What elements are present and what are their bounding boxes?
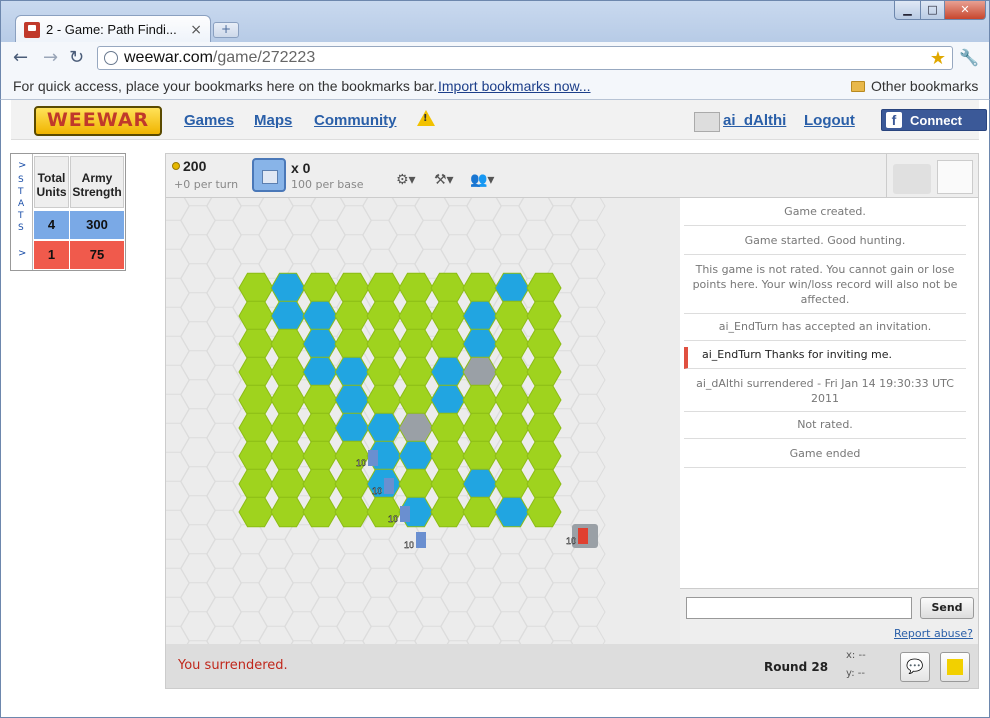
unit-health-label: 10 [388, 514, 398, 524]
globe-icon [104, 51, 118, 65]
back-icon[interactable]: ← [13, 48, 28, 68]
army-strength-header: Army Strength [70, 156, 124, 208]
blue-total-units: 4 [34, 211, 69, 239]
send-button[interactable]: Send [920, 597, 974, 619]
report-abuse-link[interactable]: Report abuse? [894, 627, 973, 640]
nav-maps-link[interactable]: Maps [254, 112, 292, 129]
round-counter: Round 28 [764, 660, 829, 674]
url-path: /game/272223 [212, 49, 316, 66]
red-army-strength: 75 [70, 241, 124, 269]
facebook-connect-button[interactable]: f Connect [881, 109, 987, 131]
game-panel: 200 +0 per turn x 0 100 per base ⚙▾ ⚒▾ 👥… [165, 153, 979, 689]
chat-message: Not rated. [684, 417, 966, 439]
warning-mark: ! [423, 113, 428, 124]
bookmarks-bar: For quick access, place your bookmarks h… [0, 74, 990, 100]
username-link[interactable]: ai_dAlthi [723, 112, 786, 129]
chat-toggle-button[interactable]: 💬 [900, 652, 930, 682]
chat-message: Game started. Good hunting. [684, 233, 966, 255]
chat-input-area: Send Report abuse? [680, 588, 978, 644]
chat-input[interactable] [686, 597, 912, 619]
unit-health-label: 10 [566, 536, 576, 546]
chat-message: Game created. [684, 204, 966, 226]
players-menu-icon[interactable]: 👥▾ [470, 172, 494, 188]
chat-log: Game created. Game started. Good hunting… [680, 198, 978, 588]
close-tab-icon[interactable]: × [190, 22, 202, 38]
chat-message-player: ai_EndTurn Thanks for inviting me. [684, 347, 966, 369]
title-bar: 2 - Game: Path Findi... × + ▁ □ ✕ [0, 0, 990, 43]
blue-army-strength: 300 [70, 211, 124, 239]
hex-map[interactable]: 10 10 10 10 10 [166, 198, 680, 644]
facebook-icon: f [886, 112, 902, 128]
coordinate-y: y: -- [846, 668, 865, 679]
bookmark-star-icon[interactable]: ★ [930, 48, 946, 69]
chat-message: Game ended [684, 446, 966, 468]
base-icon [252, 158, 286, 192]
player-blue-icon[interactable] [893, 164, 931, 194]
reload-icon[interactable]: ↻ [69, 48, 84, 68]
chat-message: ai_dAlthi surrendered - Fri Jan 14 19:30… [684, 376, 966, 412]
browser-toolbar: ← → ↻ weewar.com/game/272223 ★ 🔧 [0, 42, 990, 74]
folder-icon [851, 81, 865, 92]
nav-games-link[interactable]: Games [184, 112, 234, 129]
player-red-icon[interactable] [937, 160, 973, 194]
game-status-bar: You surrendered. Round 28 x: -- y: -- 💬 [166, 644, 978, 688]
import-bookmarks-link[interactable]: Import bookmarks now... [438, 78, 591, 94]
maximize-button[interactable]: □ [920, 1, 945, 20]
weewar-logo[interactable]: WEEWAR [34, 106, 162, 136]
weewar-favicon-icon [24, 21, 40, 38]
new-tab-button[interactable]: + [213, 22, 239, 38]
stats-panel: > STATS > Total Units Army Strength 4 30… [10, 153, 126, 271]
unit-health-label: 10 [356, 458, 366, 468]
coordinate-x: x: -- [846, 650, 866, 661]
game-toolbar: 200 +0 per turn x 0 100 per base ⚙▾ ⚒▾ 👥… [166, 154, 978, 198]
address-bar[interactable]: weewar.com/game/272223 ★ [97, 46, 953, 70]
gold-rate: +0 per turn [174, 178, 239, 191]
gold-coin-icon [172, 162, 180, 170]
minimize-button[interactable]: ▁ [894, 1, 921, 20]
chat-message: ai_EndTurn has accepted an invitation. [684, 319, 966, 341]
tab-title: 2 - Game: Path Findi... [46, 22, 177, 37]
site-header: WEEWAR Games Maps Community ! ai_dAlthi … [11, 100, 987, 140]
nav-community-link[interactable]: Community [314, 112, 397, 129]
settings-menu-icon[interactable]: ⚙▾ [396, 172, 416, 188]
bookmarks-hint: For quick access, place your bookmarks h… [13, 78, 438, 94]
stats-label: STATS [18, 175, 25, 233]
other-bookmarks-label: Other bookmarks [871, 78, 979, 94]
tools-menu-icon[interactable]: ⚒▾ [434, 172, 454, 188]
logout-link[interactable]: Logout [804, 112, 855, 129]
stats-toggle[interactable]: > STATS > [11, 154, 33, 270]
wrench-icon[interactable]: 🔧 [959, 48, 979, 67]
gold-amount: 200 [183, 158, 207, 174]
page-content: WEEWAR Games Maps Community ! ai_dAlthi … [0, 100, 990, 718]
facebook-connect-label: Connect [910, 112, 962, 128]
close-window-button[interactable]: ✕ [944, 1, 986, 20]
total-units-header: Total Units [34, 156, 69, 208]
status-message: You surrendered. [178, 658, 288, 673]
browser-tab[interactable]: 2 - Game: Path Findi... × [15, 15, 211, 43]
unit-health-label: 10 [372, 486, 382, 496]
game-map[interactable]: 10 10 10 10 10 [166, 198, 680, 644]
forward-icon[interactable]: → [43, 48, 58, 68]
team-icons [886, 154, 978, 198]
avatar[interactable] [694, 112, 720, 132]
fullscreen-button[interactable] [940, 652, 970, 682]
base-count: x 0 [291, 160, 311, 176]
unit-health-label: 10 [404, 540, 414, 550]
expand-arrow-icon[interactable]: > [18, 160, 26, 171]
base-rate: 100 per base [291, 178, 364, 191]
expand-arrow-icon[interactable]: > [18, 248, 26, 259]
red-total-units: 1 [34, 241, 69, 269]
other-bookmarks-button[interactable]: Other bookmarks [851, 78, 978, 94]
url-host: weewar.com [124, 49, 213, 66]
chat-message: This game is not rated. You cannot gain … [684, 262, 966, 314]
